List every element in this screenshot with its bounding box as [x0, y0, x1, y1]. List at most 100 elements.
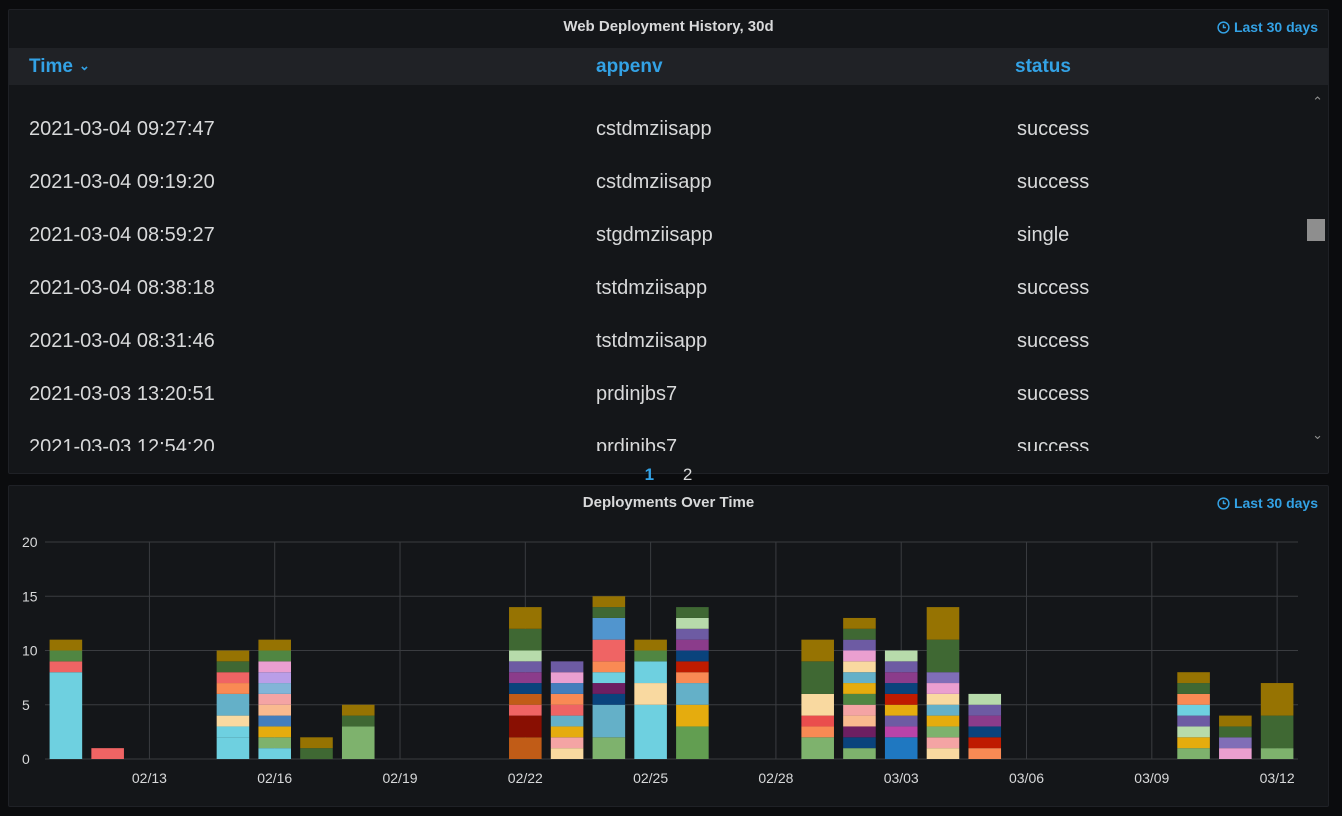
bar-segment[interactable] — [258, 748, 292, 759]
bar-segment[interactable] — [634, 650, 667, 662]
bar-segment[interactable] — [884, 693, 918, 705]
bar-segment[interactable] — [1219, 726, 1252, 738]
bar-segment[interactable] — [634, 661, 667, 684]
bar-segment[interactable] — [676, 650, 709, 662]
bar-segment[interactable] — [843, 715, 876, 727]
bar-segment[interactable] — [843, 661, 876, 673]
bar-segment[interactable] — [968, 737, 1002, 749]
bar-segment[interactable] — [509, 683, 542, 694]
bar-segment[interactable] — [843, 726, 876, 738]
bar-segment[interactable] — [258, 737, 292, 749]
bar-segment[interactable] — [676, 704, 709, 727]
bar-segment[interactable] — [341, 715, 375, 727]
bar-segment[interactable] — [1260, 748, 1294, 759]
bar-segment[interactable] — [550, 661, 584, 673]
bar-segment[interactable] — [509, 737, 542, 759]
bar-segment[interactable] — [509, 672, 542, 684]
page-2-link[interactable]: 2 — [683, 465, 692, 485]
bar-segment[interactable] — [550, 737, 584, 749]
bar-segment[interactable] — [216, 737, 250, 759]
bar-segment[interactable] — [926, 715, 960, 727]
bar-segment[interactable] — [926, 683, 960, 694]
bar-segment[interactable] — [676, 617, 709, 629]
bar-segment[interactable] — [843, 650, 876, 662]
bar-segment[interactable] — [258, 715, 292, 727]
bar-segment[interactable] — [49, 639, 83, 651]
bar-segment[interactable] — [843, 693, 876, 705]
bar-segment[interactable] — [884, 726, 918, 738]
bar-segment[interactable] — [216, 650, 250, 662]
column-header-time[interactable]: Time ⌄ — [29, 56, 90, 78]
bar-segment[interactable] — [884, 650, 918, 662]
bar-segment[interactable] — [1177, 726, 1210, 738]
bar-segment[interactable] — [509, 661, 542, 673]
page-1-link[interactable]: 1 — [645, 465, 654, 485]
bar-segment[interactable] — [843, 683, 876, 694]
bar-segment[interactable] — [676, 683, 709, 705]
bar-segment[interactable] — [509, 715, 542, 738]
bar-segment[interactable] — [509, 693, 542, 705]
bar-segment[interactable] — [1177, 683, 1210, 694]
bar-segment[interactable] — [884, 672, 918, 684]
bar-segment[interactable] — [801, 661, 834, 694]
bar-segment[interactable] — [1177, 704, 1210, 716]
bar-segment[interactable] — [91, 748, 124, 759]
scroll-up-icon[interactable]: ⌃ — [1312, 94, 1323, 110]
bar-segment[interactable] — [968, 715, 1002, 727]
bar-segment[interactable] — [1177, 672, 1210, 684]
bar-segment[interactable] — [884, 661, 918, 673]
bar-segment[interactable] — [550, 715, 584, 727]
bar-segment[interactable] — [843, 704, 876, 716]
bar-segment[interactable] — [592, 596, 626, 608]
bar-segment[interactable] — [801, 693, 834, 716]
bar-segment[interactable] — [926, 726, 960, 738]
bar-segment[interactable] — [843, 748, 876, 759]
bar-segment[interactable] — [216, 715, 250, 727]
bar-segment[interactable] — [1260, 683, 1294, 716]
bar-segment[interactable] — [258, 693, 292, 705]
bar-segment[interactable] — [676, 607, 709, 618]
bar-segment[interactable] — [884, 737, 918, 759]
bar-segment[interactable] — [592, 672, 626, 684]
scroll-down-icon[interactable]: ⌄ — [1312, 427, 1323, 443]
bar-segment[interactable] — [592, 639, 626, 662]
bar-segment[interactable] — [592, 661, 626, 673]
bar-segment[interactable] — [843, 628, 876, 640]
bar-segment[interactable] — [49, 672, 83, 759]
bar-segment[interactable] — [634, 683, 667, 705]
bar-segment[interactable] — [592, 693, 626, 705]
bar-segment[interactable] — [550, 672, 584, 684]
bar-segment[interactable] — [509, 628, 542, 651]
bar-segment[interactable] — [1219, 737, 1252, 749]
scrollbar-thumb[interactable] — [1307, 219, 1325, 241]
bar-segment[interactable] — [550, 704, 584, 716]
bar-segment[interactable] — [216, 661, 250, 673]
bar-segment[interactable] — [968, 693, 1002, 705]
bar-segment[interactable] — [801, 639, 834, 662]
bar-segment[interactable] — [1219, 715, 1252, 727]
bar-segment[interactable] — [592, 704, 626, 738]
bar-segment[interactable] — [216, 672, 250, 684]
bar-segment[interactable] — [341, 704, 375, 716]
bar-segment[interactable] — [550, 693, 584, 705]
bar-segment[interactable] — [49, 650, 83, 662]
bar-segment[interactable] — [634, 639, 667, 651]
bar-segment[interactable] — [592, 737, 626, 759]
bar-segment[interactable] — [843, 617, 876, 629]
bar-segment[interactable] — [926, 607, 960, 640]
bar-segment[interactable] — [968, 704, 1002, 716]
bar-segment[interactable] — [216, 726, 250, 738]
bar-segment[interactable] — [676, 672, 709, 684]
bar-segment[interactable] — [592, 683, 626, 694]
bar-segment[interactable] — [300, 737, 333, 749]
bar-segment[interactable] — [926, 693, 960, 705]
bar-segment[interactable] — [592, 607, 626, 618]
bar-segment[interactable] — [968, 726, 1002, 738]
bar-segment[interactable] — [1219, 748, 1252, 759]
bar-segment[interactable] — [509, 607, 542, 629]
bar-segment[interactable] — [926, 737, 960, 749]
bar-segment[interactable] — [509, 704, 542, 716]
bar-segment[interactable] — [884, 715, 918, 727]
bar-segment[interactable] — [592, 617, 626, 640]
panel-title[interactable]: Web Deployment History, 30d — [9, 18, 1328, 35]
